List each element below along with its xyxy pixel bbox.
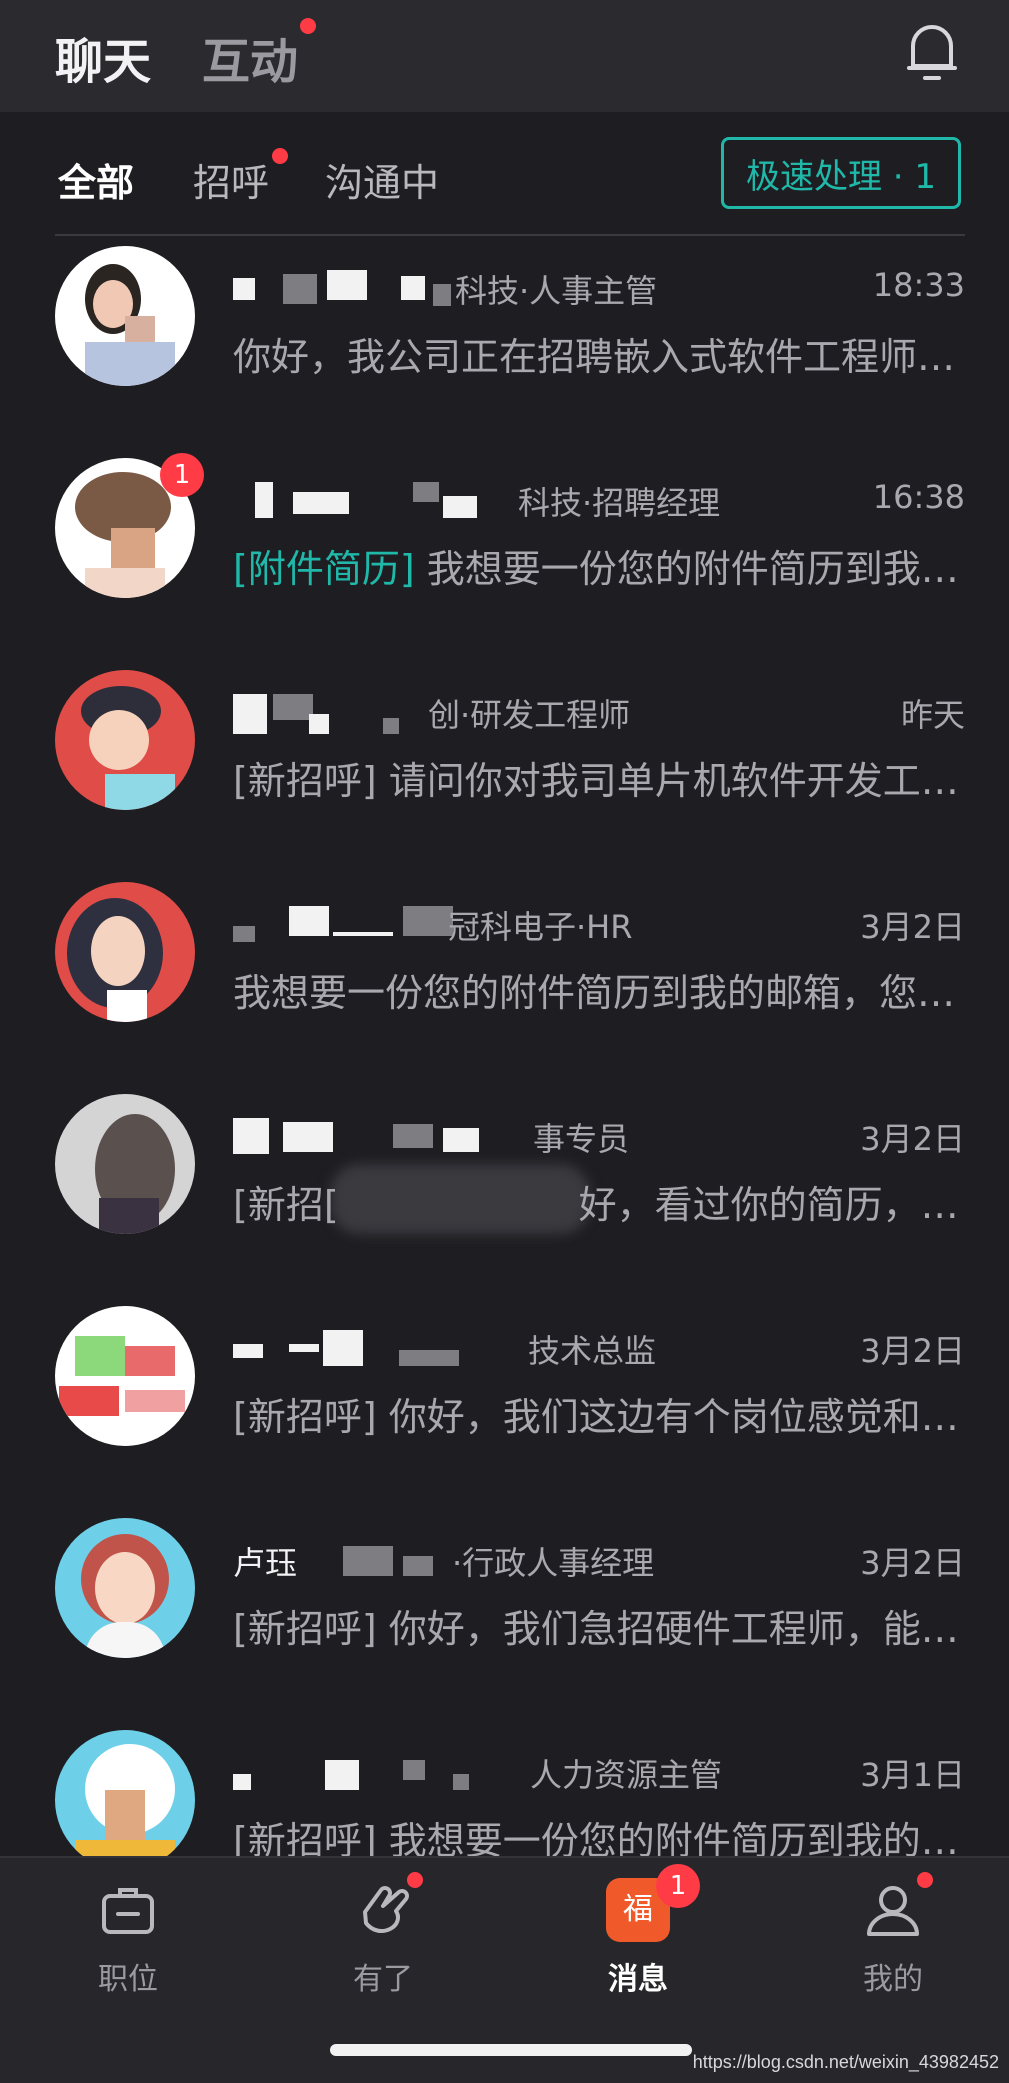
nav-messages[interactable]: 福 1 消息	[568, 1864, 708, 1998]
nav-me[interactable]: 我的	[823, 1872, 963, 1998]
chat-row[interactable]: 技术总监 3月2日 [新招呼] 你好，我们这边有个岗位感觉和你…	[0, 1296, 1009, 1508]
chat-preview-text: 好，看过你的简历，方…	[578, 1183, 991, 1227]
bell-icon[interactable]	[903, 20, 961, 84]
chat-title: 科技·人事主管	[455, 272, 658, 310]
chat-row[interactable]: 人力资源主管 3月1日 [新招呼] 我想要一份您的附件简历到我的邮…	[0, 1720, 1009, 1856]
filter-bar: 全部 招呼 沟通中 极速处理 · 1	[0, 112, 1009, 234]
chat-row[interactable]: 科技·人事主管 18:33 你好，我公司正在招聘嵌入式软件工程师，…	[0, 236, 1009, 448]
nav-jobs[interactable]: 职位	[58, 1878, 198, 1998]
chat-name: 卢珏	[233, 1544, 298, 1582]
fortune-bag-icon: 福 1	[606, 1864, 700, 1942]
chat-time: 18:33	[872, 266, 965, 304]
watermark: https://blog.csdn.net/weixin_43982452	[692, 2052, 999, 2072]
avatar[interactable]	[55, 1518, 195, 1658]
chat-time: 3月2日	[860, 1332, 965, 1370]
nav-label: 职位	[98, 1962, 158, 1997]
tab-interaction[interactable]: 互动	[202, 22, 298, 92]
chat-preview-start: [新招[	[233, 1183, 339, 1227]
chat-preview: [新招呼] 我想要一份您的附件简历到我的邮…	[233, 1819, 991, 1856]
chat-time: 3月2日	[860, 1544, 965, 1582]
chat-row[interactable]: 冠科电子·HR 3月2日 我想要一份您的附件简历到我的邮箱，您是…	[0, 872, 1009, 1084]
chat-title: ·行政人事经理	[452, 1544, 655, 1582]
chat-row[interactable]: 事专员 3月2日 [新招[ 好，看过你的简历，方…	[0, 1084, 1009, 1296]
chat-preview: 我想要一份您的附件简历到我的邮箱，您是…	[233, 971, 991, 1015]
greetings-unread-dot	[272, 148, 288, 164]
chat-row[interactable]: 创·研发工程师 昨天 [新招呼] 请问你对我司单片机软件开发工程…	[0, 660, 1009, 872]
chat-title: 冠科电子·HR	[448, 908, 633, 946]
chat-title: 事专员	[533, 1120, 630, 1158]
messages-badge: 1	[656, 1864, 700, 1908]
filter-greetings[interactable]: 招呼	[193, 152, 269, 207]
interaction-unread-dot	[300, 18, 316, 34]
chat-row[interactable]: 卢珏 ·行政人事经理 3月2日 [新招呼] 你好，我们急招硬件工程师，能和…	[0, 1508, 1009, 1720]
chat-preview: [新招呼] 请问你对我司单片机软件开发工程…	[233, 759, 991, 803]
filter-all[interactable]: 全部	[58, 152, 134, 207]
nav-label: 有了	[353, 1962, 413, 1997]
chat-time: 16:38	[872, 478, 965, 516]
briefcase-icon	[102, 1888, 154, 1934]
chat-time: 3月2日	[860, 1120, 965, 1158]
chat-time: 昨天	[900, 696, 965, 734]
avatar[interactable]	[55, 1306, 195, 1446]
avatar[interactable]	[55, 1094, 195, 1234]
user-icon	[867, 1886, 919, 1936]
chat-preview-text: 我想要一份您的附件简历到我的…	[414, 547, 991, 591]
avatar[interactable]	[55, 246, 195, 386]
chat-preview: [新招呼] 你好，我们这边有个岗位感觉和你…	[233, 1395, 991, 1439]
avatar[interactable]	[55, 882, 195, 1022]
avatar[interactable]	[55, 1730, 195, 1856]
filter-communicating[interactable]: 沟通中	[325, 152, 439, 207]
chat-list[interactable]: 科技·人事主管 18:33 你好，我公司正在招聘嵌入式软件工程师，… 1 科技·…	[0, 236, 1009, 1856]
avatar[interactable]	[55, 670, 195, 810]
chat-time: 3月1日	[860, 1756, 965, 1794]
chat-title: 人力资源主管	[530, 1756, 723, 1794]
user-icon-wrap	[861, 1872, 933, 1942]
chat-preview: [新招[ 好，看过你的简历，方…	[233, 1174, 991, 1229]
chat-row[interactable]: 1 科技·招聘经理 16:38 [附件简历] 我想要一份您的附件简历到我的…	[0, 448, 1009, 660]
chat-preview: [新招呼] 你好，我们急招硬件工程师，能和…	[233, 1607, 991, 1651]
hand-icon-wrap	[351, 1872, 423, 1942]
chat-preview: [附件简历] 我想要一份您的附件简历到我的…	[233, 538, 991, 593]
home-indicator[interactable]	[330, 2044, 692, 2056]
me-unread-dot	[917, 1872, 933, 1888]
chat-title: 创·研发工程师	[428, 696, 631, 734]
attachment-tag: [附件简历]	[233, 547, 415, 591]
top-header: 聊天 互动	[0, 0, 1009, 112]
chat-title: 科技·招聘经理	[518, 484, 721, 522]
nav-label: 消息	[608, 1962, 668, 1997]
nav-youle[interactable]: 有了	[313, 1872, 453, 1998]
chat-time: 3月2日	[860, 908, 965, 946]
chat-title: 技术总监	[528, 1332, 657, 1370]
nav-label: 我的	[863, 1962, 923, 1997]
unread-badge: 1	[160, 453, 204, 497]
fast-process-button[interactable]: 极速处理 · 1	[721, 137, 961, 209]
youle-unread-dot	[407, 1872, 423, 1888]
hand-icon	[363, 1886, 409, 1933]
tab-chat[interactable]: 聊天	[55, 22, 151, 92]
chat-preview: 你好，我公司正在招聘嵌入式软件工程师，…	[233, 335, 991, 379]
